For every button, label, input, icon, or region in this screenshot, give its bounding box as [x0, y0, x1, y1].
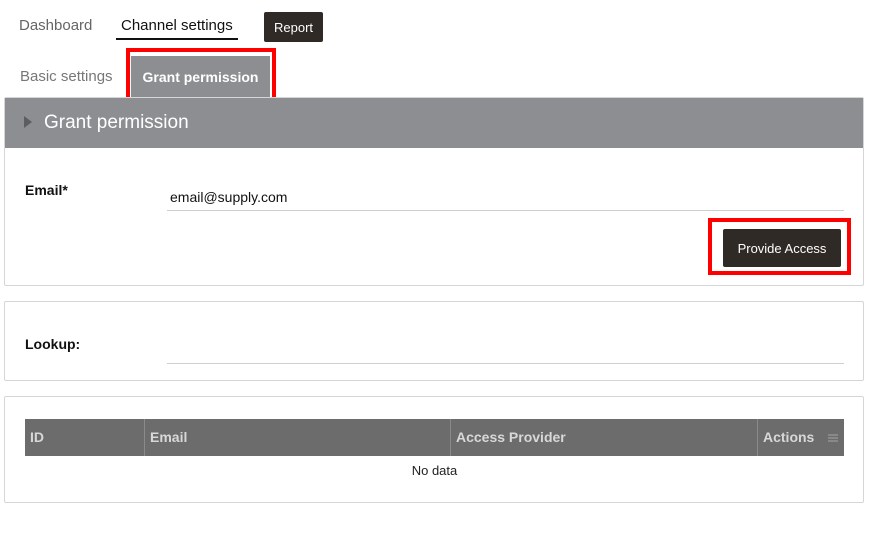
email-input[interactable]: [167, 183, 844, 211]
column-header-id[interactable]: ID: [25, 419, 145, 456]
panel-header[interactable]: Grant permission: [5, 98, 863, 148]
table-header: ID Email Access Provider Actions: [25, 419, 844, 456]
empty-table-message: No data: [411, 463, 458, 478]
top-nav: Dashboard Channel settings Report: [0, 0, 878, 50]
column-menu-icon[interactable]: [828, 434, 838, 442]
grant-permission-panel: Grant permission Email* Provide Access: [4, 97, 864, 286]
report-button[interactable]: Report: [264, 12, 323, 42]
permissions-table-panel: ID Email Access Provider Actions No data: [4, 396, 864, 503]
sub-tabs: Basic settings Grant permission: [0, 56, 878, 98]
panel-title: Grant permission: [44, 112, 189, 133]
lookup-label: Lookup:: [25, 336, 81, 352]
caret-right-icon: [24, 116, 32, 128]
lookup-panel: Lookup:: [4, 301, 864, 381]
lookup-input[interactable]: [167, 336, 844, 364]
column-header-actions[interactable]: Actions: [758, 419, 844, 456]
nav-dashboard[interactable]: Dashboard: [19, 17, 92, 34]
provide-access-button[interactable]: Provide Access: [723, 229, 841, 267]
tab-grant-permission[interactable]: Grant permission: [131, 56, 270, 98]
email-label: Email*: [25, 182, 68, 198]
column-header-email[interactable]: Email: [145, 419, 451, 456]
column-header-actions-label: Actions: [763, 429, 815, 445]
column-header-access-provider[interactable]: Access Provider: [451, 419, 758, 456]
nav-channel-settings[interactable]: Channel settings: [116, 17, 238, 40]
tab-basic-settings[interactable]: Basic settings: [20, 68, 113, 85]
